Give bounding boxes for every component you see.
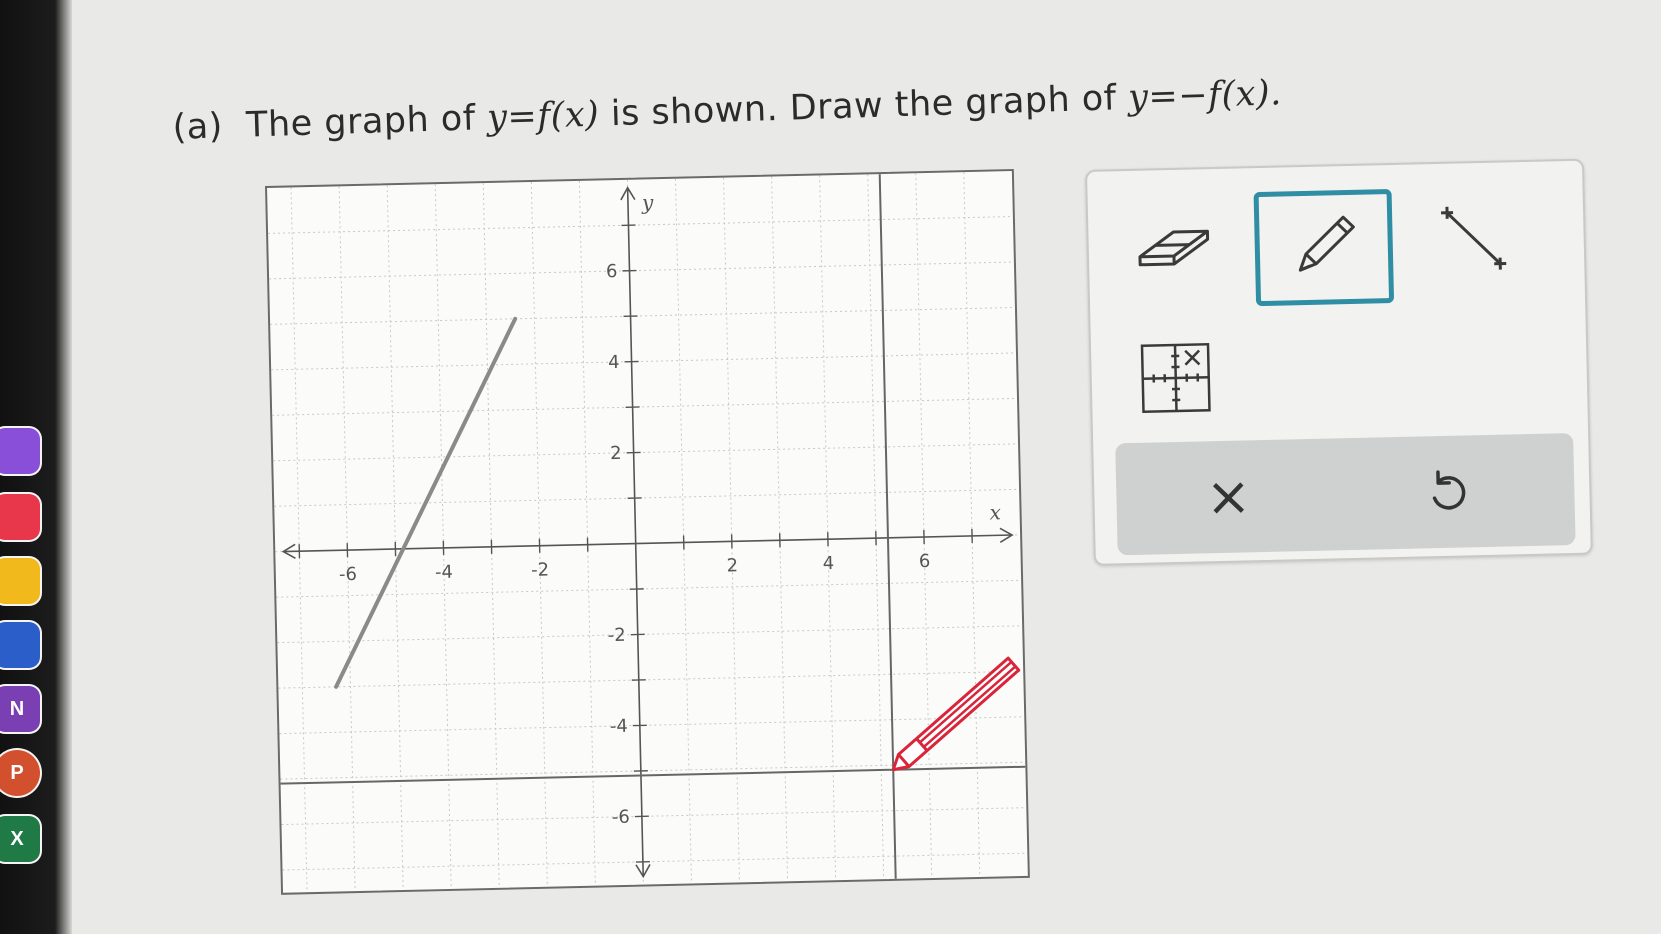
function-expression: y=f(x) xyxy=(486,94,600,139)
grid-line-horizontal xyxy=(272,397,1018,416)
grid-line-vertical xyxy=(915,173,933,879)
onenote-icon[interactable]: N xyxy=(0,686,40,732)
powerpoint-icon[interactable]: P xyxy=(0,750,40,796)
grid-line-horizontal xyxy=(279,716,1025,735)
graph-canvas[interactable]: -6 -4 -2 2 4 6 6 4 2 -2 -4 -6 x y xyxy=(265,169,1030,895)
y-axis xyxy=(626,187,645,877)
grid-line-horizontal xyxy=(277,625,1023,644)
question-prompt: (a) The graph of y=f(x) is shown. Draw t… xyxy=(172,73,1282,148)
grid-line-horizontal xyxy=(273,443,1019,462)
news-icon[interactable] xyxy=(0,494,40,540)
function-graph-line xyxy=(334,316,518,689)
coordinates-tool-button[interactable] xyxy=(1135,337,1217,419)
word-icon[interactable] xyxy=(0,622,40,668)
eraser-tool-button[interactable] xyxy=(1128,205,1220,287)
cursor-guide-horizontal xyxy=(280,765,1026,785)
question-text-1: The graph of xyxy=(245,98,477,146)
y-tick-label: -6 xyxy=(612,807,630,828)
grid-line-horizontal xyxy=(269,261,1014,280)
x-tick-label: -2 xyxy=(531,560,549,581)
powerpoint-icon-letter: P xyxy=(10,761,24,784)
grid-line-vertical xyxy=(963,172,981,877)
onenote-icon-letter: N xyxy=(9,697,25,720)
excel-icon[interactable]: X xyxy=(0,816,40,862)
eraser-icon xyxy=(1138,229,1210,267)
photos-icon[interactable] xyxy=(0,428,40,474)
grid-line-vertical xyxy=(578,180,596,886)
grid-line-horizontal xyxy=(268,216,1013,234)
grid-line-horizontal xyxy=(280,761,1026,780)
grid-line-vertical xyxy=(819,175,837,881)
grid-line-vertical xyxy=(530,181,548,887)
pencil-tool-button[interactable] xyxy=(1253,189,1395,307)
grid-line-horizontal xyxy=(271,352,1016,371)
cursor-guide-vertical xyxy=(878,174,897,879)
x-tick-label: -6 xyxy=(339,564,357,585)
grid-line-horizontal xyxy=(281,807,1027,826)
coordinate-grid-icon xyxy=(1140,342,1211,414)
clear-button[interactable]: × xyxy=(1188,460,1270,534)
grid-line-horizontal xyxy=(278,670,1024,689)
y-tick-label: 6 xyxy=(606,261,618,282)
grid-line-vertical xyxy=(674,178,692,884)
x-tick-label: 6 xyxy=(919,551,931,572)
app-dock: N P X xyxy=(0,0,72,934)
action-bar: × xyxy=(1115,432,1576,556)
x-tick-label: 4 xyxy=(822,553,834,574)
y-axis-label: y xyxy=(641,190,655,214)
grid-line-vertical xyxy=(290,187,308,893)
x-tick-label: 2 xyxy=(726,555,738,576)
x-axis xyxy=(283,534,1013,553)
y-tick-label: 4 xyxy=(608,352,620,373)
grid-line-horizontal xyxy=(274,488,1020,507)
grid-line-vertical xyxy=(434,184,452,889)
pencil-cursor-icon xyxy=(891,656,1021,772)
y-tick-label: -2 xyxy=(608,625,626,646)
grid-line-vertical xyxy=(723,177,741,883)
pencil-icon xyxy=(1298,215,1355,272)
line-segment-icon xyxy=(1441,206,1507,270)
grid-line-vertical xyxy=(338,186,356,892)
clear-icon: × xyxy=(1205,464,1252,529)
y-tick-label: 2 xyxy=(610,443,622,464)
undo-icon xyxy=(1432,470,1466,510)
grid-line-vertical xyxy=(771,176,789,882)
drawing-tool-panel: × xyxy=(1085,158,1593,566)
x-tick-label: -4 xyxy=(435,562,453,583)
coordinate-plane[interactable]: -6 -4 -2 2 4 6 6 4 2 -2 -4 -6 x y xyxy=(267,171,1028,893)
x-axis-label: x xyxy=(989,500,1001,524)
y-tick-label: -4 xyxy=(610,716,628,737)
line-tool-button[interactable] xyxy=(1428,192,1520,284)
target-expression: y=−f(x). xyxy=(1127,73,1283,118)
grid-line-horizontal xyxy=(270,306,1015,325)
grid-line-horizontal xyxy=(282,852,1028,871)
grid-line-vertical xyxy=(482,183,500,888)
undo-button[interactable] xyxy=(1406,455,1488,529)
grid-line-vertical xyxy=(386,185,404,891)
question-text-2: is shown. Draw the graph of xyxy=(610,78,1118,135)
excel-icon-letter: X xyxy=(10,827,24,850)
chrome-icon[interactable] xyxy=(0,558,40,604)
question-part-label: (a) xyxy=(172,106,224,148)
